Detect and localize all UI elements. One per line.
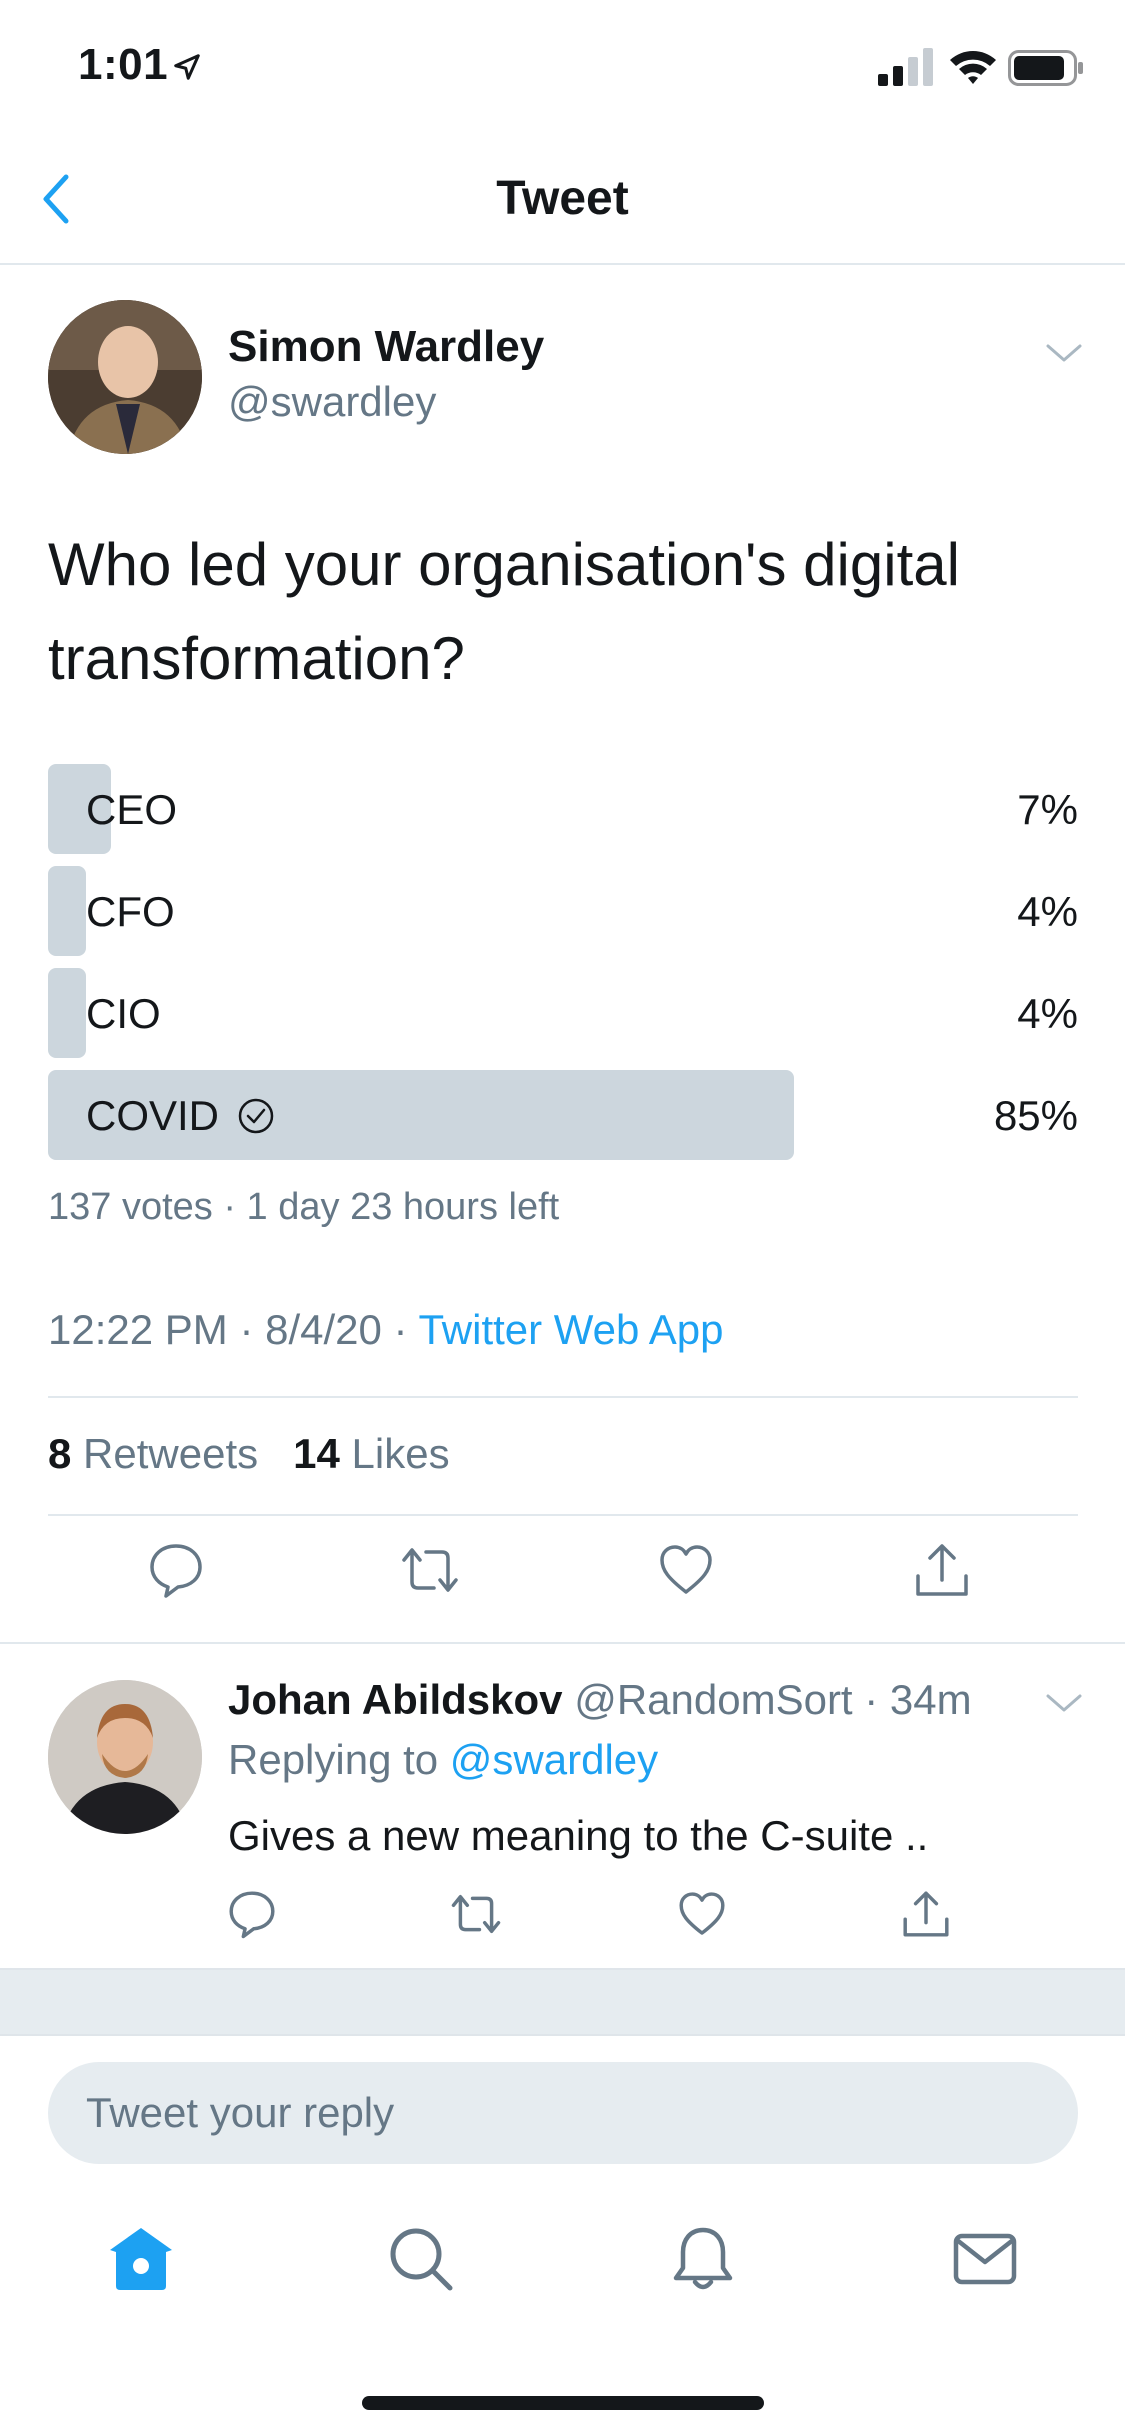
page-title: Tweet — [496, 172, 629, 225]
author-name[interactable]: Simon Wardley — [228, 322, 544, 372]
signal-icon — [878, 48, 933, 86]
like-icon[interactable] — [676, 1888, 728, 1940]
poll-option-percent: 7% — [1017, 786, 1078, 833]
tweet-timestamp: 12:22 PM · 8/4/20 · — [48, 1306, 419, 1353]
poll-bar — [48, 968, 86, 1058]
tweet-source-link[interactable]: Twitter Web App — [418, 1306, 723, 1353]
replying-to: Replying to @swardley — [228, 1736, 659, 1783]
poll-option: CIO 4% — [48, 968, 1078, 1058]
retweet-icon[interactable] — [400, 1540, 460, 1600]
divider — [48, 1396, 1078, 1398]
tweet-actions — [0, 1540, 1125, 1620]
chevron-down-icon[interactable] — [1044, 338, 1084, 368]
chevron-down-icon[interactable] — [1044, 1688, 1084, 1718]
thread-end-band — [0, 1968, 1125, 2036]
divider — [48, 1514, 1078, 1516]
reply-author-name[interactable]: Johan Abildskov — [228, 1676, 563, 1723]
reply-icon[interactable] — [146, 1540, 206, 1600]
reply-icon[interactable] — [226, 1888, 278, 1940]
notifications-icon[interactable] — [668, 2224, 738, 2294]
poll-option-label: CFO — [86, 888, 175, 935]
poll: CEO 7% CFO 4% CIO 4% COVID 85% — [48, 764, 1078, 1172]
poll-option-percent: 4% — [1017, 990, 1078, 1037]
home-indicator — [362, 2396, 764, 2410]
reply-input[interactable] — [48, 2062, 1078, 2164]
retweet-icon[interactable] — [450, 1888, 502, 1940]
poll-option: CEO 7% — [48, 764, 1078, 854]
author-avatar[interactable] — [48, 300, 202, 454]
home-icon[interactable] — [106, 2224, 176, 2294]
share-icon[interactable] — [912, 1540, 972, 1600]
separator — [0, 1642, 1125, 1644]
poll-option-percent: 4% — [1017, 888, 1078, 935]
status-time: 1:01 — [78, 40, 169, 89]
nav-bar: Tweet — [0, 135, 1125, 265]
tweet-stats: 8 Retweets 14 Likes — [48, 1430, 450, 1478]
reply-header: Johan Abildskov @RandomSort · 34m — [228, 1676, 972, 1724]
location-arrow-icon — [174, 54, 200, 80]
check-circle-icon — [238, 1098, 274, 1134]
search-icon[interactable] — [386, 2224, 456, 2294]
reply-author-handle[interactable]: @RandomSort · 34m — [574, 1676, 971, 1723]
reply-composer[interactable] — [48, 2062, 1078, 2164]
poll-meta: 137 votes · 1 day 23 hours left — [48, 1186, 560, 1228]
poll-option: COVID 85% — [48, 1070, 1078, 1160]
share-icon[interactable] — [900, 1888, 952, 1940]
battery-icon — [1008, 50, 1083, 86]
poll-option-label: CEO — [86, 786, 178, 833]
replying-mention-link[interactable]: @swardley — [450, 1736, 658, 1783]
poll-option: CFO 4% — [48, 866, 1078, 956]
poll-option-label: CIO — [86, 990, 161, 1037]
tweet-meta: 12:22 PM · 8/4/20 · Twitter Web App — [48, 1306, 723, 1354]
reply-text: Gives a new meaning to the C-suite .. — [228, 1812, 929, 1859]
retweets-stat[interactable]: 8 Retweets — [48, 1430, 258, 1477]
status-bar: 1:01 — [0, 0, 1125, 135]
likes-stat[interactable]: 14 Likes — [293, 1430, 449, 1477]
tab-bar — [0, 2210, 1125, 2310]
poll-bar — [48, 866, 86, 956]
like-icon[interactable] — [656, 1540, 716, 1600]
reply-author-avatar[interactable] — [48, 1680, 202, 1834]
messages-icon[interactable] — [950, 2224, 1020, 2294]
wifi-icon — [950, 51, 996, 84]
tweet-text: Who led your organisation's digital tran… — [48, 531, 960, 692]
author-handle[interactable]: @swardley — [228, 378, 436, 426]
poll-option-percent: 85% — [993, 1092, 1078, 1139]
poll-option-label: COVID — [86, 1092, 275, 1140]
